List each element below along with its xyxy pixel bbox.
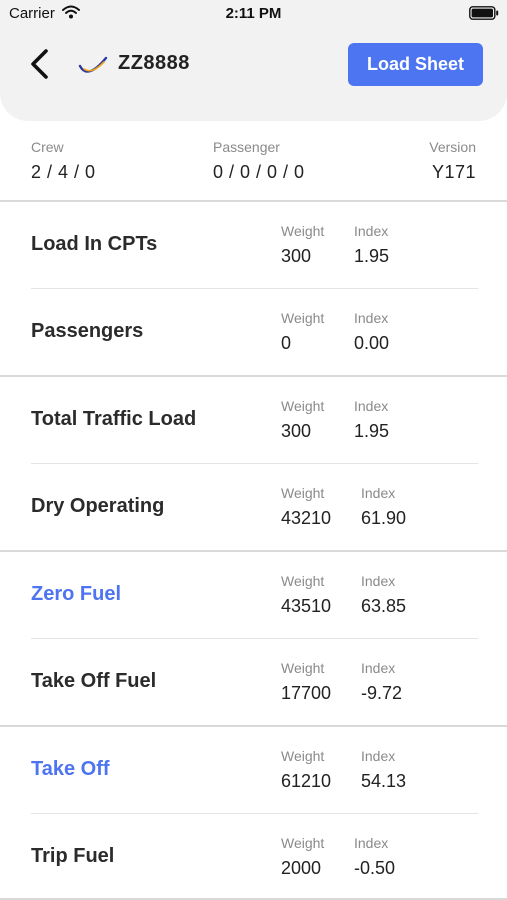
airline-logo-icon bbox=[78, 56, 108, 73]
back-button[interactable] bbox=[26, 46, 54, 82]
row-title: Load In CPTs bbox=[31, 233, 158, 255]
index-value: -9.72 bbox=[361, 683, 403, 703]
flight-number: ZZ8888 bbox=[118, 52, 190, 74]
list-item: Trip Fuel Weight 2000 Index -0.50 bbox=[0, 814, 507, 900]
weight-value: 43510 bbox=[281, 596, 332, 616]
weight-value: 2000 bbox=[281, 858, 322, 878]
crew-label: Crew bbox=[31, 139, 64, 155]
weight-value: 61210 bbox=[281, 771, 332, 791]
weight-value: 300 bbox=[281, 421, 312, 441]
flight-summary: Crew 2 / 4 / 0 Passenger 0 / 0 / 0 / 0 V… bbox=[0, 138, 507, 200]
index-label: Index bbox=[354, 835, 389, 851]
weight-label: Weight bbox=[281, 660, 325, 676]
index-value: 63.85 bbox=[361, 596, 407, 616]
list-item: Passengers Weight 0 Index 0.00 bbox=[0, 289, 507, 375]
list-item: Total Traffic Load Weight 300 Index 1.95 bbox=[0, 377, 507, 463]
index-value: 1.95 bbox=[354, 421, 390, 441]
list-item: Load In CPTs Weight 300 Index 1.95 bbox=[0, 202, 507, 288]
index-value: 61.90 bbox=[361, 508, 407, 528]
weight-label: Weight bbox=[281, 223, 325, 239]
index-label: Index bbox=[354, 223, 389, 239]
passenger-label: Passenger bbox=[213, 139, 280, 155]
weight-label: Weight bbox=[281, 310, 325, 326]
row-title: Take Off Fuel bbox=[31, 670, 157, 692]
index-label: Index bbox=[354, 398, 389, 414]
weight-label: Weight bbox=[281, 573, 325, 589]
index-value: 54.13 bbox=[361, 771, 407, 791]
row-title: Zero Fuel bbox=[31, 583, 122, 605]
weight-label: Weight bbox=[281, 398, 325, 414]
weight-label: Weight bbox=[281, 748, 325, 764]
list-item: Take Off Weight 61210 Index 54.13 bbox=[0, 727, 507, 813]
weight-value: 17700 bbox=[281, 683, 332, 703]
index-label: Index bbox=[361, 573, 396, 589]
index-label: Index bbox=[361, 748, 396, 764]
weight-value: 300 bbox=[281, 246, 312, 266]
passenger-value: 0 / 0 / 0 / 0 bbox=[213, 162, 305, 182]
row-title: Passengers bbox=[31, 320, 144, 342]
index-label: Index bbox=[354, 310, 389, 326]
weight-label: Weight bbox=[281, 485, 325, 501]
clock: 2:11 PM bbox=[225, 5, 282, 22]
index-value: 0.00 bbox=[354, 333, 390, 353]
index-label: Index bbox=[361, 485, 396, 501]
index-value: -0.50 bbox=[354, 858, 396, 878]
crew-value: 2 / 4 / 0 bbox=[31, 162, 96, 182]
row-title: Total Traffic Load bbox=[31, 408, 197, 430]
list-item: Dry Operating Weight 43210 Index 61.90 bbox=[0, 464, 507, 550]
load-sheet-button[interactable]: Load Sheet bbox=[348, 43, 483, 86]
row-title: Take Off bbox=[31, 758, 110, 780]
index-value: 1.95 bbox=[354, 246, 390, 266]
weight-value: 0 bbox=[281, 333, 292, 353]
chevron-left-icon bbox=[31, 49, 48, 79]
battery-icon bbox=[469, 6, 499, 20]
version-value: Y171 bbox=[431, 162, 476, 182]
status-bar: Carrier 2:11 PM bbox=[0, 0, 507, 28]
version-label: Version bbox=[429, 139, 476, 155]
weight-value: 43210 bbox=[281, 508, 332, 528]
row-title: Dry Operating bbox=[31, 495, 165, 517]
weight-label: Weight bbox=[281, 835, 325, 851]
index-label: Index bbox=[361, 660, 396, 676]
row-title: Trip Fuel bbox=[31, 845, 115, 867]
list-item: Take Off Fuel Weight 17700 Index -9.72 bbox=[0, 639, 507, 725]
list-item: Zero Fuel Weight 43510 Index 63.85 bbox=[0, 552, 507, 638]
